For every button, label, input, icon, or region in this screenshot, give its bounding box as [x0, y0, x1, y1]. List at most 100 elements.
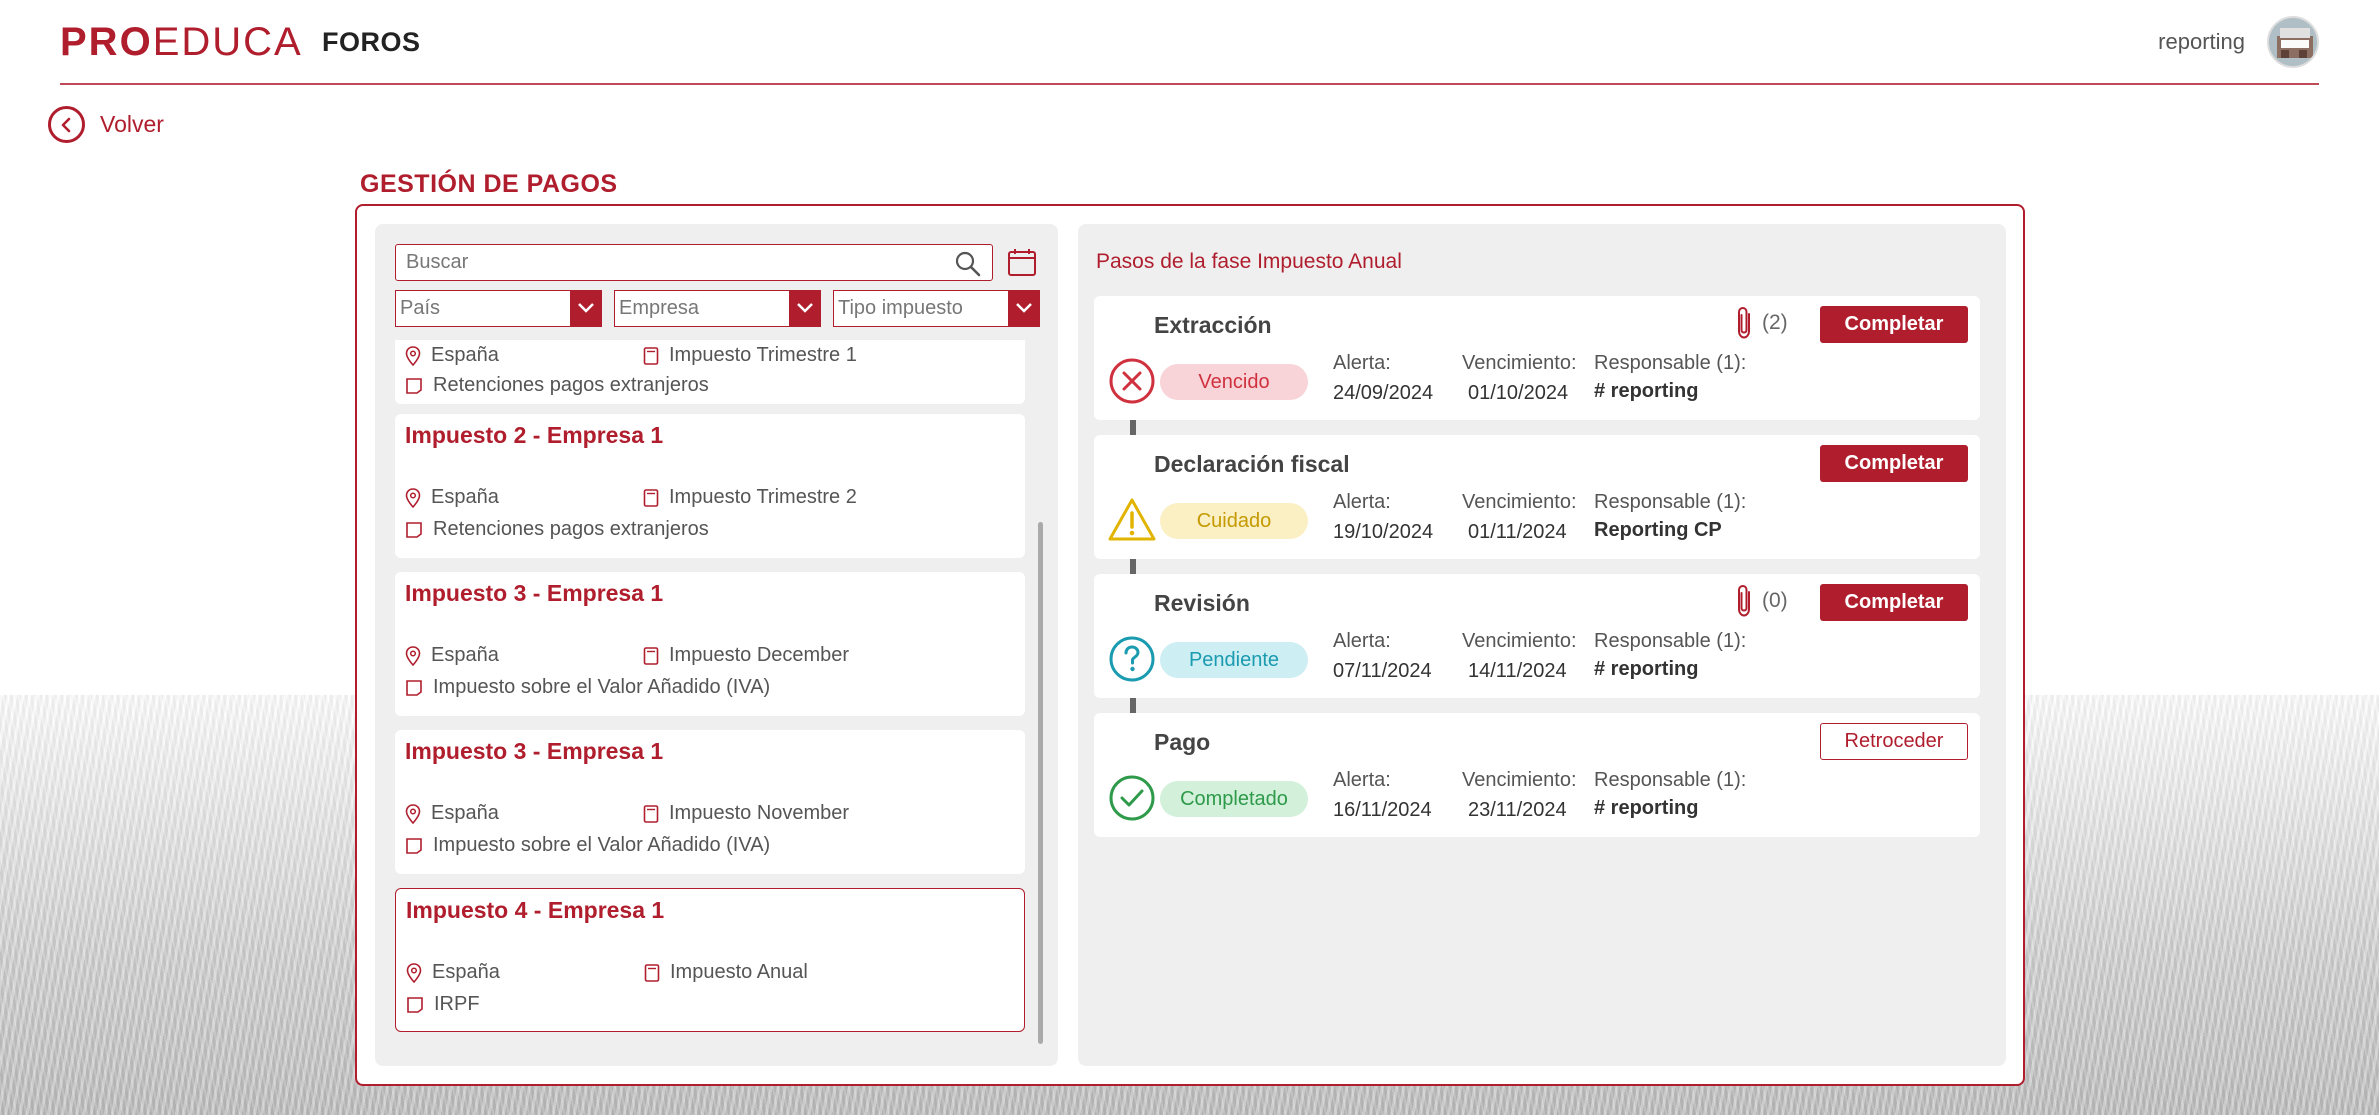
tax-type-icon — [406, 679, 422, 696]
alert-date: 19/10/2024 — [1333, 521, 1434, 543]
phase-steps-panel: Pasos de la fase Impuesto Anual Extracci… — [1078, 224, 2006, 1066]
step-card-extraccion: Extracción Vencido Alerta: 24/09/2024 Ve… — [1094, 296, 1980, 420]
period-meta: Impuesto December — [643, 644, 849, 667]
alert-label: Alerta: — [1333, 630, 1391, 652]
location-pin-icon — [405, 803, 421, 824]
tax-item-title: Impuesto 3 - Empresa 1 — [405, 580, 664, 606]
attachments-link[interactable]: (0) — [1734, 584, 1788, 618]
step-card-declaracion-fiscal: Declaración fiscal Cuidado Alerta: 19/10… — [1094, 435, 1980, 559]
alert-label: Alerta: — [1333, 769, 1391, 791]
tax-type-text: IRPF — [434, 993, 480, 1015]
tax-type-text: Impuesto sobre el Valor Añadido (IVA) — [433, 676, 771, 698]
user-avatar[interactable] — [2267, 16, 2319, 68]
tax-list-item[interactable]: España Impuesto Trimestre 1 Retenciones … — [395, 340, 1025, 404]
rollback-button[interactable]: Retroceder — [1820, 723, 1968, 760]
user-name[interactable]: reporting — [2158, 26, 2245, 58]
country-meta: España — [405, 344, 499, 367]
chevron-down-icon — [1008, 290, 1040, 326]
country-meta: España — [405, 802, 499, 825]
country-meta: España — [405, 644, 499, 667]
tax-type-icon — [406, 837, 422, 854]
page-title: GESTIÓN DE PAGOS — [360, 170, 618, 198]
tax-type-text: Retenciones pagos extranjeros — [433, 374, 709, 396]
company-filter-select[interactable]: Empresa — [614, 290, 821, 327]
country-meta: España — [406, 961, 500, 984]
status-badge: Pendiente — [1160, 642, 1308, 678]
tax-list-item[interactable]: Impuesto 3 - Empresa 1 España Impuesto D… — [395, 572, 1025, 716]
due-label: Vencimiento: — [1462, 352, 1577, 374]
top-header: PROEDUCA FOROS reporting — [0, 0, 2379, 84]
alert-date: 16/11/2024 — [1333, 799, 1432, 821]
tax-list-item[interactable]: Impuesto 3 - Empresa 1 España Impuesto N… — [395, 730, 1025, 874]
tax-item-title: Impuesto 2 - Empresa 1 — [405, 422, 664, 448]
due-date: 01/11/2024 — [1468, 521, 1567, 543]
status-badge: Completado — [1160, 781, 1308, 817]
status-badge: Vencido — [1160, 364, 1308, 400]
proeduca-logo[interactable]: PROEDUCA — [60, 18, 303, 66]
responsible-label: Responsable (1): — [1594, 491, 1747, 513]
x-circle-icon — [1109, 358, 1155, 404]
country-meta: España — [405, 486, 499, 509]
due-label: Vencimiento: — [1462, 630, 1577, 652]
calendar-icon[interactable] — [1006, 246, 1038, 278]
period-text: Impuesto Trimestre 1 — [669, 344, 857, 366]
alert-label: Alerta: — [1333, 352, 1391, 374]
list-scrollbar[interactable] — [1038, 522, 1043, 1044]
complete-button[interactable]: Completar — [1820, 445, 1968, 482]
attachments-count: (0) — [1762, 589, 1788, 612]
period-meta: Impuesto Anual — [644, 961, 808, 984]
search-input[interactable] — [406, 247, 946, 278]
country-filter-select[interactable]: País — [395, 290, 602, 327]
warning-icon — [1108, 498, 1156, 541]
complete-button[interactable]: Completar — [1820, 584, 1968, 621]
search-icon[interactable] — [954, 250, 982, 278]
location-pin-icon — [405, 345, 421, 366]
country-text: España — [431, 486, 499, 508]
tax-list: España Impuesto Trimestre 1 Retenciones … — [375, 340, 1058, 1050]
alert-date: 24/09/2024 — [1333, 382, 1434, 404]
tax-type-filter-select[interactable]: Tipo impuesto — [833, 290, 1040, 327]
tax-type-filter-label: Tipo impuesto — [838, 297, 963, 319]
chevron-left-icon — [48, 106, 85, 143]
complete-button[interactable]: Completar — [1820, 306, 1968, 343]
document-icon — [643, 804, 659, 823]
attachments-link[interactable]: (2) — [1734, 306, 1788, 340]
document-icon — [644, 963, 660, 982]
tax-list-item-selected[interactable]: Impuesto 4 - Empresa 1 España Impuesto A… — [395, 888, 1025, 1032]
back-link[interactable]: Volver — [48, 106, 164, 143]
step-title: Declaración fiscal — [1154, 451, 1350, 477]
tax-item-title: Impuesto 3 - Empresa 1 — [405, 738, 664, 764]
tax-type-text: Retenciones pagos extranjeros — [433, 518, 709, 540]
responsible-value: # reporting — [1594, 797, 1699, 819]
tax-type-icon — [406, 377, 422, 394]
step-title: Pago — [1154, 729, 1211, 755]
tax-type-icon — [406, 521, 422, 538]
country-text: España — [431, 802, 499, 824]
due-date: 14/11/2024 — [1468, 660, 1567, 682]
back-label: Volver — [100, 111, 164, 137]
responsible-value: # reporting — [1594, 380, 1699, 402]
alert-label: Alerta: — [1333, 491, 1391, 513]
location-pin-icon — [406, 962, 422, 983]
location-pin-icon — [405, 645, 421, 666]
phase-title: Pasos de la fase Impuesto Anual — [1096, 250, 1402, 273]
tax-type-meta: Impuesto sobre el Valor Añadido (IVA) — [405, 676, 770, 699]
period-text: Impuesto November — [669, 802, 850, 824]
period-text: Impuesto December — [669, 644, 850, 666]
question-circle-icon — [1109, 636, 1155, 682]
search-box — [395, 244, 993, 281]
tax-type-meta: IRPF — [406, 993, 480, 1016]
period-meta: Impuesto November — [643, 802, 849, 825]
tax-list-panel: País Empresa Tipo impuesto España Impues… — [375, 224, 1058, 1066]
tax-type-text: Impuesto sobre el Valor Añadido (IVA) — [433, 834, 771, 856]
country-text: España — [431, 644, 499, 666]
tax-type-meta: Impuesto sobre el Valor Añadido (IVA) — [405, 834, 770, 857]
alert-date: 07/11/2024 — [1333, 660, 1432, 682]
header-divider — [60, 83, 2319, 85]
tax-list-item[interactable]: Impuesto 2 - Empresa 1 España Impuesto T… — [395, 414, 1025, 558]
country-text: España — [431, 344, 499, 366]
responsible-value: # reporting — [1594, 658, 1699, 680]
period-text: Impuesto Anual — [670, 961, 808, 983]
chevron-down-icon — [789, 290, 821, 326]
attachments-count: (2) — [1762, 311, 1788, 334]
